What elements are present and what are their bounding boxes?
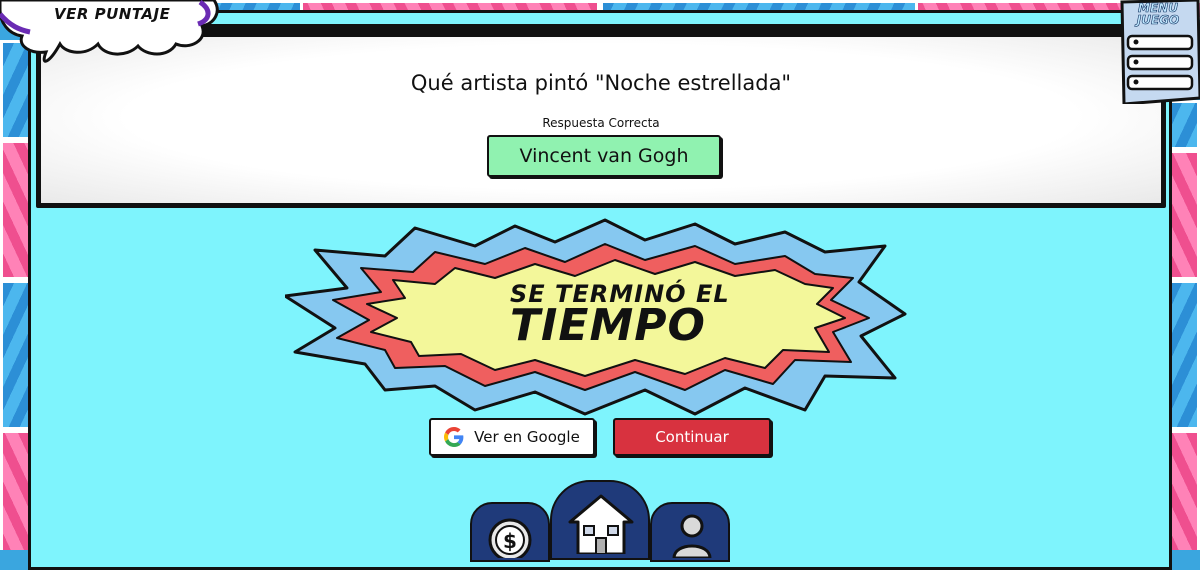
google-icon — [444, 427, 464, 447]
nav-tab-coins[interactable]: $ — [470, 502, 550, 562]
banner-line2: TIEMPO — [510, 300, 706, 351]
house-icon — [568, 494, 634, 554]
bg-panel — [1168, 100, 1200, 150]
continue-button-label: Continuar — [655, 428, 729, 446]
question-text: Qué artista pintó "Noche estrellada" — [410, 71, 792, 95]
menu-label: MENU JUEGO — [1122, 2, 1194, 27]
correct-answer-box: Vincent van Gogh — [487, 135, 721, 177]
nav-tab-home[interactable] — [550, 480, 650, 560]
menu-label-line2: JUEGO — [1136, 13, 1180, 27]
nav-tab-profile[interactable] — [650, 502, 730, 562]
bg-panel — [1168, 150, 1200, 280]
coin-icon: $ — [488, 518, 532, 558]
bg-panel — [1168, 280, 1200, 430]
answer-label: Respuesta Correcta — [542, 116, 660, 130]
person-icon — [672, 514, 712, 558]
google-button-label: Ver en Google — [474, 428, 580, 446]
svg-text:$: $ — [503, 529, 517, 553]
google-search-button[interactable]: Ver en Google — [429, 418, 595, 456]
score-button-label: VER PUNTAJE — [54, 5, 171, 23]
bg-panel — [1168, 430, 1200, 550]
continue-button[interactable]: Continuar — [613, 418, 771, 456]
